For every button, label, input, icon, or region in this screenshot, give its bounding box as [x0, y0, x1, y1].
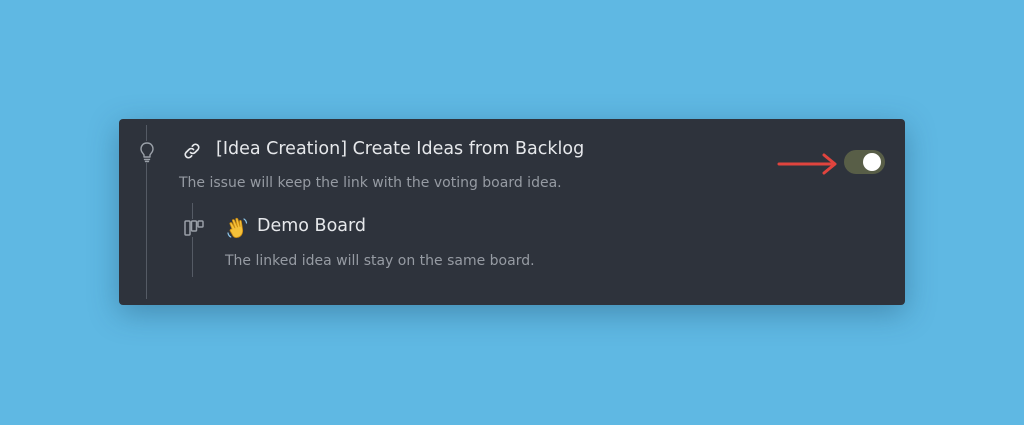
nested-timeline-line	[192, 203, 193, 277]
toggle-switch[interactable]	[844, 150, 885, 174]
waving-hand-emoji	[227, 217, 248, 238]
automation-rule-card: [Idea Creation] Create Ideas from Backlo…	[119, 119, 905, 305]
red-arrow-icon	[777, 153, 837, 175]
board-description: The linked idea will stay on the same bo…	[225, 253, 535, 269]
board-name: Demo Board	[257, 216, 366, 236]
rule-description: The issue will keep the link with the vo…	[179, 175, 562, 191]
board-icon	[183, 219, 205, 237]
lightbulb-icon	[138, 141, 156, 163]
link-icon	[184, 143, 200, 159]
rule-title: [Idea Creation] Create Ideas from Backlo…	[216, 139, 585, 159]
toggle-knob	[863, 153, 881, 171]
